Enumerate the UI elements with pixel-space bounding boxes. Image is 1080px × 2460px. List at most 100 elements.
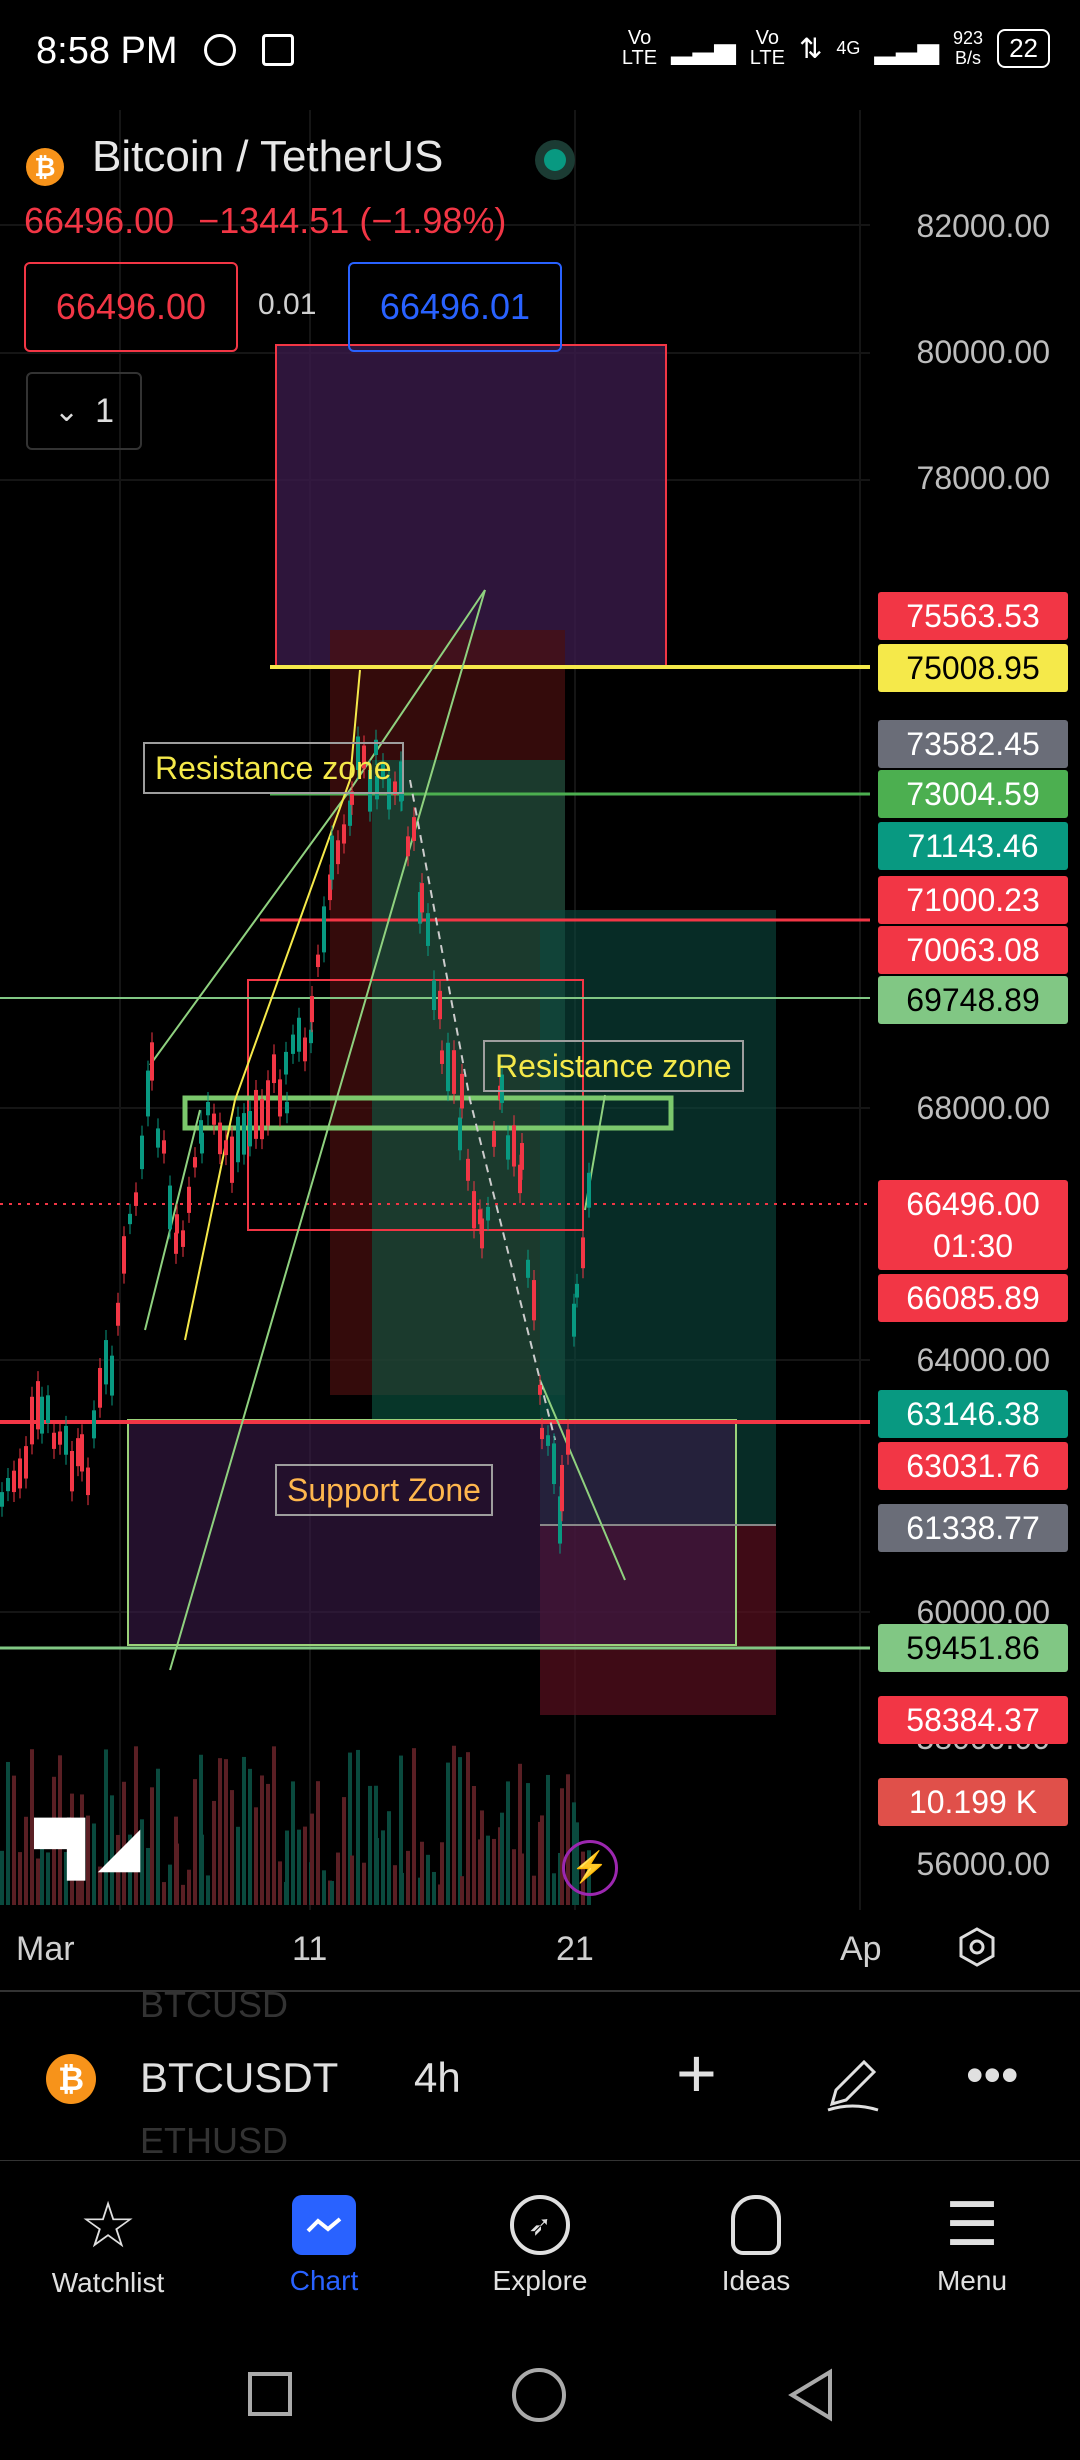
nav-watchlist[interactable]: ☆ Watchlist <box>0 2161 216 2331</box>
volume-bar <box>492 1838 496 1905</box>
candle-body <box>581 1237 585 1269</box>
candle-body <box>92 1410 96 1439</box>
support-zone-label[interactable]: Support Zone <box>275 1464 493 1516</box>
candle-body <box>260 1099 264 1140</box>
price-tag: 73582.45 <box>878 720 1068 768</box>
add-icon[interactable]: + <box>676 2038 717 2108</box>
time-axis-label: 11 <box>292 1930 328 1968</box>
interval-selector[interactable]: 4h <box>414 2054 461 2102</box>
signal-icon-2: ▂▃▅ <box>874 32 940 64</box>
price-change: −1344.51 (−1.98%) <box>198 200 507 241</box>
candle-body <box>440 1050 444 1064</box>
nav-label: Explore <box>492 2265 588 2296</box>
recents-icon[interactable] <box>248 2372 292 2416</box>
price-tag: 58384.37 <box>878 1696 1068 1744</box>
volume-bar <box>466 1752 470 1905</box>
market-status-icon[interactable] <box>535 140 575 180</box>
lightbulb-icon <box>731 2195 781 2255</box>
volume-bar <box>168 1864 172 1905</box>
candle-body <box>80 1434 84 1472</box>
candle-body <box>146 1070 150 1117</box>
price-tag: 63031.76 <box>878 1442 1068 1490</box>
candle-body <box>322 906 326 953</box>
resistance-zone-label-2[interactable]: Resistance zone <box>483 1040 744 1092</box>
lightning-icon[interactable]: ⚡ <box>562 1840 618 1896</box>
system-navigation <box>0 2330 1080 2460</box>
spread-value: 0.01 <box>258 288 317 321</box>
candle-body <box>76 1438 80 1467</box>
network-type: 4G <box>836 37 861 58</box>
candle-body <box>566 1429 570 1455</box>
candle-body <box>18 1458 22 1489</box>
volume-bar <box>500 1812 504 1905</box>
chart-canvas[interactable] <box>0 110 1080 1960</box>
chart-area[interactable] <box>0 110 1080 1960</box>
volume-bar <box>472 1785 476 1905</box>
candle-body <box>175 1214 179 1234</box>
chart-icon <box>292 2195 356 2255</box>
more-icon[interactable]: ••• <box>966 2046 1019 2104</box>
volume-bar <box>218 1758 222 1905</box>
symbol-selector[interactable]: BTCUSDT <box>140 2054 338 2102</box>
volume-bar <box>162 1882 166 1905</box>
candle-body <box>330 835 334 880</box>
candle-body <box>224 1140 228 1156</box>
chart-settings-icon[interactable] <box>956 1926 998 1968</box>
candle-body <box>64 1425 68 1455</box>
target-zone-box <box>275 344 667 668</box>
candle-body <box>460 1073 464 1109</box>
volume-bar <box>193 1779 197 1905</box>
sell-button[interactable]: 66496.00 <box>24 262 238 352</box>
buy-button[interactable]: 66496.01 <box>348 262 562 352</box>
app-notification-icon <box>204 34 236 66</box>
volume-bar <box>336 1852 340 1905</box>
volume-bar <box>381 1830 385 1905</box>
volume-bar <box>236 1826 240 1905</box>
candle-body <box>6 1478 10 1492</box>
volume-bar <box>212 1800 216 1905</box>
nav-ideas[interactable]: Ideas <box>648 2161 864 2331</box>
volume-bar <box>266 1783 270 1905</box>
last-price: 66496.00 <box>24 200 175 241</box>
candle-body <box>206 1101 210 1116</box>
back-icon[interactable] <box>786 2368 836 2427</box>
nav-explore[interactable]: ➶ Explore <box>432 2161 648 2331</box>
star-icon: ☆ <box>79 2189 137 2261</box>
candle-body <box>52 1432 56 1449</box>
layout-selector[interactable]: ⌄ 1 <box>26 372 142 450</box>
candle-body <box>30 1396 34 1445</box>
candle-body <box>480 1218 484 1249</box>
candle-body <box>291 1034 295 1054</box>
resistance-zone-label[interactable]: Resistance zone <box>143 742 404 794</box>
chart-toolbar: BTCUSD ₿ BTCUSDT 4h + ••• ETHUSD <box>0 1984 1080 2162</box>
candle-body <box>526 1259 530 1278</box>
volume-bar <box>291 1781 295 1905</box>
volume-bar <box>552 1873 556 1905</box>
home-icon[interactable] <box>512 2368 566 2422</box>
candle-body <box>316 954 320 968</box>
candle-body <box>266 1080 270 1126</box>
volume-bar <box>506 1781 510 1905</box>
candle-body <box>162 1140 166 1154</box>
volume-bar <box>200 1834 204 1905</box>
drawing-pen-icon[interactable] <box>822 2052 884 2119</box>
volume-bar <box>393 1865 397 1905</box>
candle-body <box>58 1431 62 1445</box>
volume-bar <box>24 1816 28 1905</box>
symbol-title[interactable]: Bitcoin / TetherUS <box>92 132 443 182</box>
volume-bar <box>330 1880 334 1905</box>
volume-bar <box>322 1870 326 1905</box>
volume-bar <box>206 1875 210 1905</box>
candle-body <box>128 1213 132 1225</box>
chevron-down-icon: ⌄ <box>53 394 80 428</box>
nav-chart[interactable]: Chart <box>216 2161 432 2331</box>
nav-menu[interactable]: ☰ Menu <box>864 2161 1080 2331</box>
candle-body <box>46 1395 50 1424</box>
candle-body <box>538 1384 542 1395</box>
candle-body <box>532 1280 536 1321</box>
price-tag: 61338.77 <box>878 1504 1068 1552</box>
candle-body <box>466 1158 470 1181</box>
volume-bar <box>356 1749 360 1905</box>
candle-body <box>36 1381 40 1430</box>
candle-body <box>140 1135 144 1170</box>
